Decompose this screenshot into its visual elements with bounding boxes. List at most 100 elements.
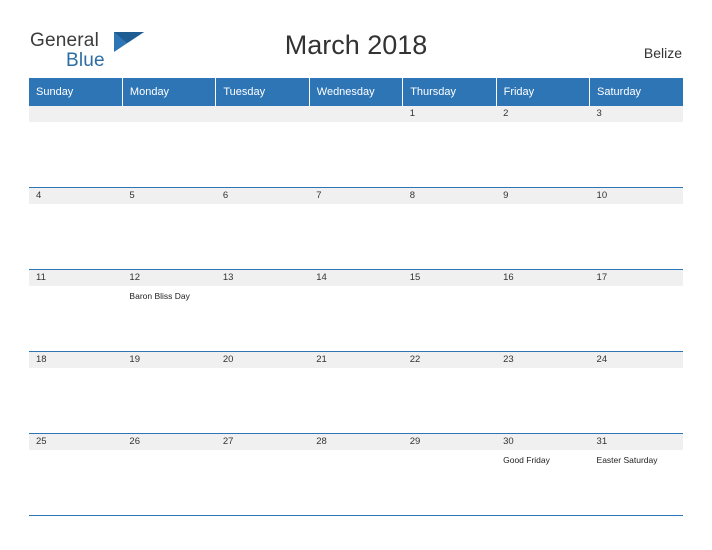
day-number: 31 [589,434,683,450]
calendar-day-cell[interactable] [215,106,310,188]
weekday-header-thursday: Thursday [402,78,497,106]
calendar-day-cell[interactable]: 18 [29,351,123,434]
day-event [309,450,402,455]
day-number: 27 [215,434,310,450]
calendar-day-cell[interactable]: 2 [496,106,590,188]
day-number: 29 [402,434,497,450]
day-number: 22 [402,352,497,368]
day-event: Baron Bliss Day [129,291,190,301]
day-event [216,286,309,291]
calendar-week-row: 18 19 20 21 22 23 24 [29,351,683,434]
day-event [403,450,496,455]
calendar-day-cell[interactable]: 9 [496,187,590,270]
day-number: 15 [402,270,497,286]
calendar-day-cell[interactable]: 23 [496,351,590,434]
day-number [215,106,310,122]
day-number: 12 [122,270,216,286]
day-number [29,106,123,122]
calendar-day-cell[interactable]: 24 [589,351,683,434]
day-event [122,450,215,455]
weekday-header-tuesday: Tuesday [215,78,310,106]
calendar-day-cell[interactable]: 26 [122,433,216,516]
weekday-header-friday: Friday [496,78,591,106]
day-number: 14 [309,270,403,286]
day-event [496,286,589,291]
day-event: Good Friday [503,455,550,465]
calendar-day-cell[interactable] [29,106,123,188]
day-number: 7 [309,188,403,204]
calendar-day-cell[interactable]: 10 [589,187,683,270]
day-event [496,122,589,127]
day-number: 8 [402,188,497,204]
day-number [309,106,403,122]
calendar-day-cell[interactable]: 8 [402,187,497,270]
calendar-day-cell[interactable]: 16 [496,269,590,352]
weekday-header-saturday: Saturday [589,78,683,106]
day-event [216,204,309,209]
calendar-day-cell[interactable]: 11 [29,269,123,352]
page-header: General Blue March 2018 Belize [0,0,712,78]
calendar-day-cell[interactable]: 21 [309,351,403,434]
day-number: 21 [309,352,403,368]
calendar-day-cell[interactable] [309,106,403,188]
day-number: 23 [496,352,590,368]
calendar-day-cell[interactable]: 5 [122,187,216,270]
day-number: 9 [496,188,590,204]
calendar-day-cell[interactable]: 1 [402,106,497,188]
day-number: 4 [29,188,123,204]
calendar-day-cell[interactable]: 28 [309,433,403,516]
day-number: 10 [589,188,683,204]
calendar-day-cell[interactable]: 22 [402,351,497,434]
weekday-header-row: Sunday Monday Tuesday Wednesday Thursday… [29,78,683,106]
weekday-header-wednesday: Wednesday [309,78,404,106]
day-event [309,204,402,209]
calendar-table: Sunday Monday Tuesday Wednesday Thursday… [29,78,683,516]
day-number: 28 [309,434,403,450]
day-event [29,450,122,455]
day-number: 26 [122,434,216,450]
calendar-grid: Sunday Monday Tuesday Wednesday Thursday… [29,78,683,516]
day-number: 16 [496,270,590,286]
day-number: 6 [215,188,310,204]
day-number: 13 [215,270,310,286]
calendar-day-cell[interactable]: 4 [29,187,123,270]
day-number: 25 [29,434,123,450]
calendar-week-row: 11 12 Baron Bliss Day 13 14 15 16 17 [29,269,683,352]
day-number [122,106,216,122]
day-number: 5 [122,188,216,204]
day-event [496,204,589,209]
calendar-day-cell[interactable]: 25 [29,433,123,516]
day-event [309,286,402,291]
calendar-day-cell[interactable]: 15 [402,269,497,352]
day-event [216,368,309,373]
calendar-day-cell[interactable] [122,106,216,188]
calendar-week-row: 4 5 6 7 8 9 10 [29,187,683,270]
day-event [29,122,122,127]
calendar-day-cell[interactable]: 20 [215,351,310,434]
day-event [590,368,683,373]
calendar-day-cell[interactable]: 31 Easter Saturday [589,433,683,516]
calendar-day-cell[interactable]: 7 [309,187,403,270]
calendar-day-cell[interactable]: 6 [215,187,310,270]
day-event [216,122,309,127]
calendar-day-cell[interactable]: 12 Baron Bliss Day [122,269,216,352]
day-number: 20 [215,352,310,368]
day-event [590,286,683,291]
calendar-day-cell[interactable]: 14 [309,269,403,352]
day-event: Easter Saturday [596,455,658,465]
calendar-day-cell[interactable]: 3 [589,106,683,188]
day-number: 11 [29,270,123,286]
calendar-day-cell[interactable]: 13 [215,269,310,352]
weekday-header-sunday: Sunday [29,78,123,106]
weekday-header-monday: Monday [122,78,217,106]
calendar-day-cell[interactable]: 27 [215,433,310,516]
calendar-day-cell[interactable]: 30 Good Friday [496,433,590,516]
calendar-day-cell[interactable]: 17 [589,269,683,352]
day-number: 19 [122,352,216,368]
calendar-day-cell[interactable]: 19 [122,351,216,434]
calendar-day-cell[interactable]: 29 [402,433,497,516]
day-number: 1 [402,106,497,122]
calendar-week-row: 1 2 3 [29,106,683,188]
day-number: 30 [496,434,590,450]
day-number: 17 [589,270,683,286]
